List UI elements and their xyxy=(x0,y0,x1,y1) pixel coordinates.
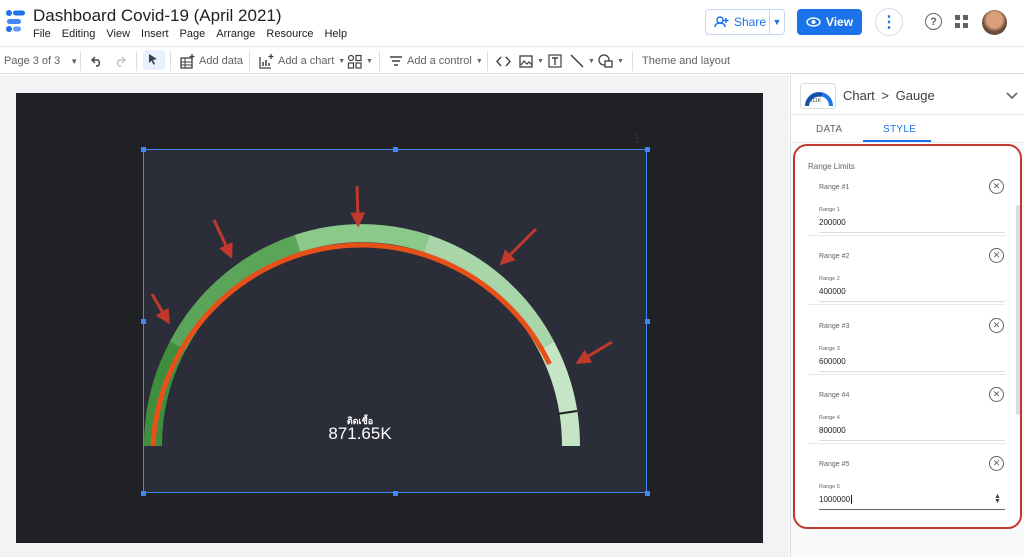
range-3-input[interactable]: 600000 xyxy=(819,357,846,366)
panel-scrollbar[interactable] xyxy=(1016,205,1020,415)
remove-range-icon[interactable]: ✕ xyxy=(989,248,1004,263)
tab-data[interactable]: DATA xyxy=(816,124,842,135)
divider xyxy=(808,235,1006,236)
range-5-input[interactable]: 1000000 xyxy=(819,495,853,504)
range-name: Range #2 xyxy=(819,253,850,260)
range-limits-title: Range Limits xyxy=(808,162,855,171)
range-item-2: Range #2 ✕ Range 2 400000 xyxy=(808,248,1008,323)
input-underline xyxy=(819,440,1005,441)
panel-tabs: DATA STYLE xyxy=(791,115,1024,143)
remove-range-icon[interactable]: ✕ xyxy=(989,318,1004,333)
range-name: Range #3 xyxy=(819,323,850,330)
breadcrumb-gauge: Gauge xyxy=(895,88,935,103)
panel-header: 111K Chart > Gauge xyxy=(791,75,1024,115)
range-4-input[interactable]: 800000 xyxy=(819,426,846,435)
range-name: Range #1 xyxy=(819,184,850,191)
input-underline xyxy=(819,371,1005,372)
range-field-label: Range 4 xyxy=(819,415,840,421)
remove-range-icon[interactable]: ✕ xyxy=(989,456,1004,471)
range-item-3: Range #3 ✕ Range 3 600000 xyxy=(808,318,1008,393)
gauge-chart-thumbnail-icon[interactable]: 111K xyxy=(800,83,836,109)
range-item-1: Range #1 ✕ Range 1 200000 xyxy=(808,179,1008,254)
range-name: Range #5 xyxy=(819,461,850,468)
breadcrumb-chart[interactable]: Chart xyxy=(843,88,875,103)
input-underline xyxy=(819,301,1005,302)
divider xyxy=(808,374,1006,375)
tab-style[interactable]: STYLE xyxy=(883,124,916,135)
breadcrumb-separator: > xyxy=(881,88,890,103)
range-field-label: Range 2 xyxy=(819,276,840,282)
annotation-arrow-icon xyxy=(499,227,538,266)
range-item-5: Range #5 ✕ Range 5 1000000 ▲ ▼ xyxy=(808,456,1008,531)
range-1-input[interactable]: 200000 xyxy=(819,218,846,227)
input-underline xyxy=(819,232,1005,233)
number-stepper-icon[interactable]: ▲ ▼ xyxy=(994,493,1001,505)
annotation-arrow-icon xyxy=(350,185,366,228)
tab-indicator xyxy=(863,140,931,142)
chevron-down-icon[interactable] xyxy=(1006,92,1018,100)
range-item-4: Range #4 ✕ Range 4 800000 xyxy=(808,387,1008,462)
remove-range-icon[interactable]: ✕ xyxy=(989,179,1004,194)
range-field-label: Range 5 xyxy=(819,484,840,490)
divider xyxy=(808,443,1006,444)
breadcrumb: Chart > Gauge xyxy=(843,88,935,103)
annotation-arrow-icon xyxy=(575,340,613,364)
range-2-input[interactable]: 400000 xyxy=(819,287,846,296)
thumb-text: 111K xyxy=(810,98,821,104)
range-field-label: Range 1 xyxy=(819,207,840,213)
annotation-arrow-icon xyxy=(150,293,170,325)
divider xyxy=(808,304,1006,305)
range-field-label: Range 3 xyxy=(819,346,840,352)
input-underline xyxy=(819,509,1005,510)
annotation-arrow-icon xyxy=(212,219,233,259)
range-name: Range #4 xyxy=(819,392,850,399)
remove-range-icon[interactable]: ✕ xyxy=(989,387,1004,402)
